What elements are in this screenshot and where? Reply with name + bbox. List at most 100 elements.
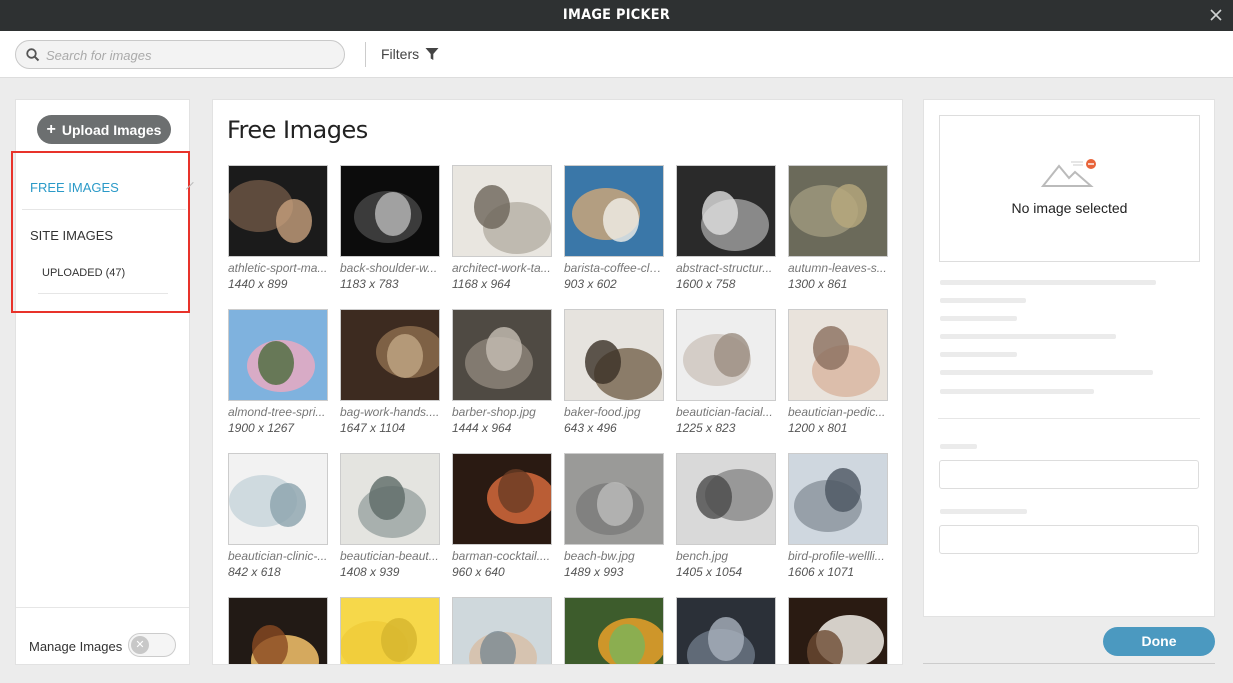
image-tile[interactable]: bag-work-hands.... 1647 x 1104 — [340, 309, 440, 435]
skeleton-line — [940, 280, 1156, 285]
image-dimensions: 842 x 618 — [228, 565, 281, 579]
image-thumbnail[interactable] — [228, 309, 328, 401]
manage-images-toggle[interactable]: ✕ — [128, 633, 176, 657]
image-filename: barista-coffee-clo... — [564, 261, 664, 275]
skeleton-line — [940, 389, 1094, 394]
image-tile[interactable]: bench.jpg 1405 x 1054 — [676, 453, 776, 579]
image-dimensions: 1408 x 939 — [340, 565, 400, 579]
image-thumbnail[interactable] — [340, 453, 440, 545]
image-tile[interactable] — [564, 597, 664, 664]
gallery-title: Free Images — [227, 116, 368, 144]
image-thumbnail[interactable] — [452, 165, 552, 257]
image-tile[interactable]: beautician-beaut... 1408 x 939 — [340, 453, 440, 579]
divider — [923, 663, 1215, 664]
image-tile[interactable] — [788, 597, 888, 664]
image-tile[interactable]: baker-food.jpg 643 x 496 — [564, 309, 664, 435]
image-filename: bird-profile-wellli... — [788, 549, 885, 563]
image-thumbnail[interactable] — [228, 165, 328, 257]
image-thumbnail[interactable] — [228, 453, 328, 545]
image-tile[interactable]: architect-work-ta... 1168 x 964 — [452, 165, 552, 291]
image-tile[interactable]: athletic-sport-ma... 1440 x 899 — [228, 165, 328, 291]
image-tile[interactable]: barber-shop.jpg 1444 x 964 — [452, 309, 552, 435]
image-tile[interactable]: autumn-leaves-s... 1300 x 861 — [788, 165, 888, 291]
image-dimensions: 1405 x 1054 — [676, 565, 743, 579]
skeleton-line — [940, 509, 1027, 514]
image-dimensions: 960 x 640 — [452, 565, 505, 579]
image-thumbnail[interactable] — [564, 453, 664, 545]
image-dimensions: 1225 x 823 — [676, 421, 736, 435]
image-thumbnail[interactable] — [340, 597, 440, 664]
image-thumbnail[interactable] — [788, 453, 888, 545]
image-dimensions: 1168 x 964 — [452, 277, 511, 291]
image-tile[interactable] — [340, 597, 440, 664]
image-filename: beautician-facial... — [676, 405, 773, 419]
image-tile[interactable]: abstract-structur... 1600 x 758 — [676, 165, 776, 291]
image-thumbnail[interactable] — [676, 309, 776, 401]
divider — [938, 418, 1200, 419]
window-title: IMAGE PICKER — [562, 7, 671, 23]
detail-field[interactable] — [939, 460, 1199, 489]
detail-field[interactable] — [939, 525, 1199, 554]
image-dimensions: 1183 x 783 — [340, 277, 399, 291]
image-dimensions: 1440 x 899 — [228, 277, 288, 291]
image-filename: beautician-beaut... — [340, 549, 439, 563]
skeleton-line — [940, 370, 1153, 375]
filters-label: Filters — [381, 46, 420, 62]
image-filename: architect-work-ta... — [452, 261, 551, 275]
image-dimensions: 1647 x 1104 — [340, 421, 406, 435]
image-dimensions: 1200 x 801 — [788, 421, 848, 435]
image-filename: barber-shop.jpg — [452, 405, 536, 419]
skeleton-line — [940, 298, 1026, 303]
image-thumbnail[interactable] — [340, 165, 440, 257]
image-dimensions: 1300 x 861 — [788, 277, 848, 291]
image-dimensions: 1489 x 993 — [564, 565, 624, 579]
image-tile[interactable] — [452, 597, 552, 664]
search-input[interactable] — [46, 45, 336, 65]
done-button[interactable]: Done — [1103, 627, 1215, 656]
image-thumbnail[interactable] — [340, 309, 440, 401]
image-thumbnail[interactable] — [564, 309, 664, 401]
image-filename: abstract-structur... — [676, 261, 773, 275]
image-thumbnail[interactable] — [788, 309, 888, 401]
image-tile[interactable]: beautician-clinic-... 842 x 618 — [228, 453, 328, 579]
image-thumbnail[interactable] — [564, 597, 664, 664]
filters-button[interactable]: Filters — [381, 46, 439, 62]
image-tile[interactable]: beautician-facial... 1225 x 823 — [676, 309, 776, 435]
image-thumbnail[interactable] — [788, 165, 888, 257]
image-thumbnail[interactable] — [564, 165, 664, 257]
toggle-off-icon: ✕ — [131, 636, 149, 654]
image-thumbnail[interactable] — [788, 597, 888, 664]
image-tile[interactable] — [228, 597, 328, 664]
image-dimensions: 1900 x 1267 — [228, 421, 295, 435]
upload-images-button[interactable]: + Upload Images — [37, 115, 171, 144]
toolbar-divider — [365, 42, 366, 67]
image-tile[interactable]: barman-cocktail.... 960 x 640 — [452, 453, 552, 579]
skeleton-line — [940, 334, 1116, 339]
funnel-icon — [425, 48, 439, 60]
image-thumbnail[interactable] — [452, 453, 552, 545]
image-thumbnail[interactable] — [452, 309, 552, 401]
image-thumbnail[interactable] — [228, 597, 328, 664]
highlight-box — [11, 151, 190, 313]
image-tile[interactable]: bird-profile-wellli... 1606 x 1071 — [788, 453, 888, 579]
image-thumbnail[interactable] — [676, 453, 776, 545]
image-tile[interactable]: beautician-pedic... 1200 x 801 — [788, 309, 888, 435]
image-tile[interactable]: beach-bw.jpg 1489 x 993 — [564, 453, 664, 579]
image-tile[interactable] — [676, 597, 776, 664]
image-tile[interactable]: almond-tree-spri... 1900 x 1267 — [228, 309, 328, 435]
image-thumbnail[interactable] — [676, 597, 776, 664]
image-tile[interactable]: back-shoulder-w... 1183 x 783 — [340, 165, 440, 291]
image-filename: bench.jpg — [676, 549, 729, 563]
titlebar: IMAGE PICKER — [0, 0, 1233, 31]
image-filename: autumn-leaves-s... — [788, 261, 887, 275]
image-tile[interactable]: barista-coffee-clo... 903 x 602 — [564, 165, 664, 291]
search-box[interactable] — [15, 40, 345, 69]
manage-images-label: Manage Images — [29, 639, 123, 654]
image-thumbnail[interactable] — [452, 597, 552, 664]
plus-icon: + — [46, 120, 56, 138]
image-filename: bag-work-hands.... — [340, 405, 440, 419]
image-thumbnail[interactable] — [676, 165, 776, 257]
image-gallery: Free Images athletic-sport-ma... 1440 x 8… — [212, 99, 903, 665]
image-dimensions: 1606 x 1071 — [788, 565, 855, 579]
close-icon[interactable] — [1209, 8, 1223, 22]
